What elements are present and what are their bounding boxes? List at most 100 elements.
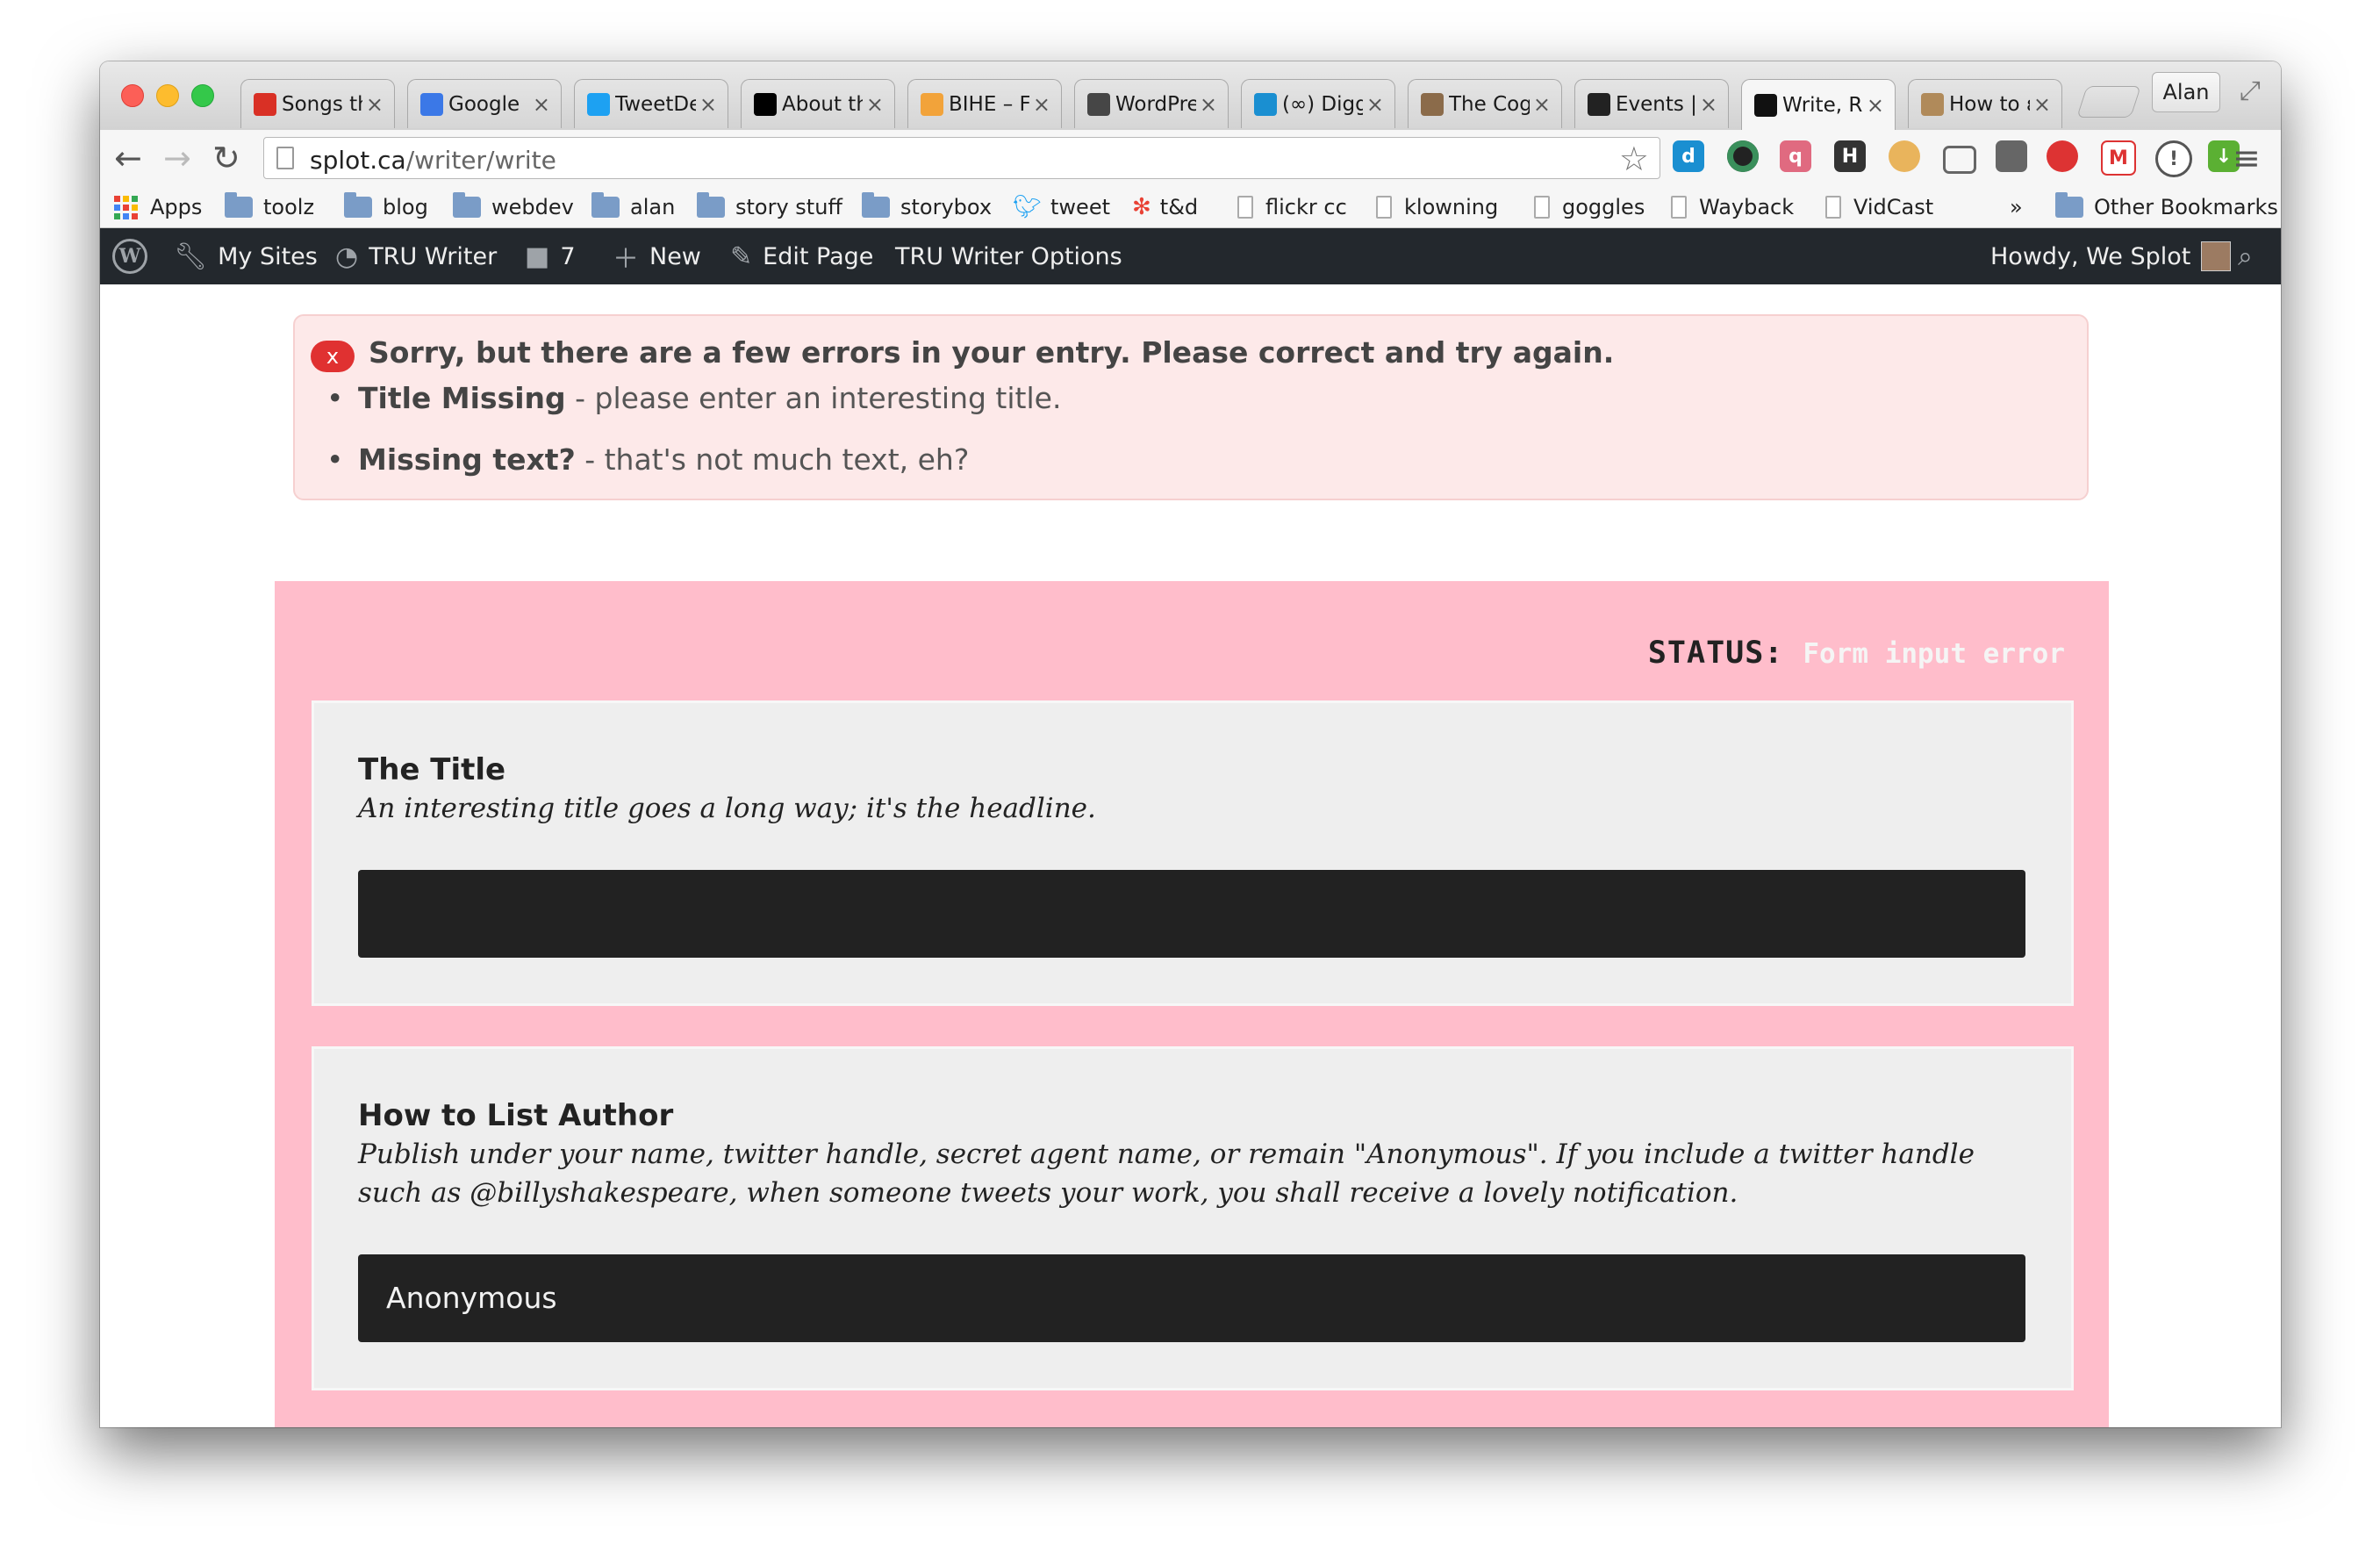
bookmark-label: alan [630, 195, 676, 219]
browser-tab[interactable]: About th × [741, 79, 895, 128]
error-heading: Sorry, but there are a few errors in you… [369, 335, 1615, 370]
bookmarks-overflow-button[interactable]: » [2010, 191, 2023, 223]
page-icon [1825, 196, 1841, 219]
tab-close-icon[interactable]: × [866, 92, 884, 117]
error-item: Title Missing - please enter an interest… [326, 381, 1061, 415]
comments-menu[interactable]: ■ 7 [525, 228, 576, 284]
url-path: /writer/write [405, 146, 556, 175]
bookmark-alan[interactable]: alan [591, 191, 675, 223]
folder-icon [862, 192, 890, 218]
browser-tab[interactable]: (∞) Digg × [1241, 79, 1395, 128]
back-button[interactable]: ← [114, 139, 142, 177]
author-field-label: How to List Author [358, 1098, 674, 1133]
dashboard-icon: ◔ [335, 241, 359, 272]
wp-admin-bar: W 🔧︎ My Sites ◔ TRU Writer ■ 7 ＋ New ✎ E… [100, 228, 2281, 284]
bookmark-toolz[interactable]: toolz [225, 191, 314, 223]
site-name-menu[interactable]: ◔ TRU Writer [335, 228, 497, 284]
hypothesis-extension-icon[interactable]: H [1834, 140, 1866, 172]
bookmark-wayback[interactable]: Wayback [1671, 191, 1794, 223]
tab-close-icon[interactable]: × [2033, 92, 2051, 117]
reload-button[interactable]: ↻ [212, 139, 240, 177]
block-hand-extension-icon[interactable] [2047, 140, 2078, 172]
search-icon: ⌕ [2238, 241, 2253, 272]
wp-logo-button[interactable]: W [112, 228, 147, 284]
status-line: STATUS: Form input error [1648, 636, 2065, 671]
color-picker-extension-icon[interactable] [1727, 140, 1759, 172]
bookmark-apps[interactable]: Apps [114, 191, 202, 223]
account-menu[interactable]: Howdy, We Splot [1990, 228, 2232, 284]
my-sites-menu[interactable]: 🔧︎ My Sites [174, 228, 318, 284]
bookmark-label: storybox [900, 195, 993, 219]
url-text[interactable]: splot.ca/writer/write [310, 146, 556, 175]
bookmark-flickr-cc[interactable]: flickr cc [1237, 191, 1347, 223]
bookmark-webdev[interactable]: webdev [453, 191, 574, 223]
fullscreen-icon[interactable]: ⤢ [2240, 75, 2261, 106]
folder-icon [453, 192, 481, 218]
bookmark-goggles[interactable]: goggles [1534, 191, 1645, 223]
new-content-menu[interactable]: ＋ New [613, 228, 701, 284]
writer-options-link[interactable]: TRU Writer Options [895, 228, 1122, 284]
bookmark-story-stuff[interactable]: story stuff [697, 191, 842, 223]
tab-close-icon[interactable]: × [1700, 92, 1717, 117]
tab-close-icon[interactable]: × [1533, 92, 1551, 117]
bookmark-blog[interactable]: blog [344, 191, 428, 223]
page-icon [276, 147, 294, 169]
bookmark-label: webdev [491, 195, 574, 219]
tab-close-icon[interactable]: × [699, 92, 717, 117]
tab-close-icon[interactable]: × [1033, 92, 1050, 117]
window-close-button[interactable] [121, 84, 144, 107]
window-minimize-button[interactable] [156, 84, 179, 107]
address-bar[interactable]: splot.ca/writer/write ☆ [263, 137, 1660, 179]
page-icon [1671, 196, 1687, 219]
bookmark-t-d[interactable]: ✻ t&d [1132, 191, 1198, 223]
wrench-icon: 🔧︎ [174, 241, 208, 272]
evernote-extension-icon[interactable] [1996, 140, 2027, 172]
title-field-label: The Title [358, 752, 506, 787]
browser-tab[interactable]: Google × [407, 79, 562, 128]
title-input[interactable] [358, 870, 2025, 958]
bookmark-vidcast[interactable]: VidCast [1825, 191, 1933, 223]
profile-button[interactable]: Alan [2152, 72, 2220, 112]
tab-close-icon[interactable]: × [1200, 92, 1217, 117]
browser-tab[interactable]: Write, R × [1741, 79, 1896, 130]
bookmark-storybox[interactable]: storybox [862, 191, 992, 223]
tab-close-icon[interactable]: × [1366, 92, 1384, 117]
browser-tab[interactable]: Songs th × [240, 79, 395, 128]
url-host: splot.ca [310, 146, 406, 175]
browser-tab[interactable]: How to ε × [1908, 79, 2062, 128]
browser-tab[interactable]: BIHE – F × [907, 79, 1062, 128]
apps-grid-dot [132, 212, 138, 219]
window-maximize-button[interactable] [191, 84, 214, 107]
bookmark-label: goggles [1562, 195, 1645, 219]
comments-count: 7 [560, 242, 576, 270]
error-item-text: - that's not much text, eh? [575, 442, 970, 477]
edit-page-link[interactable]: ✎ Edit Page [730, 228, 873, 284]
other-bookmarks[interactable]: Other Bookmarks [2055, 191, 2278, 223]
new-tab-button[interactable] [2076, 86, 2141, 118]
cat-extension-icon[interactable] [1889, 140, 1920, 172]
bookmark-klowning[interactable]: klowning [1376, 191, 1498, 223]
browser-tab[interactable]: WordPre × [1074, 79, 1229, 128]
diigo-extension-icon[interactable]: d [1673, 140, 1704, 172]
bookmark-tweet[interactable]: 🐦︎ tweet [1013, 191, 1110, 223]
author-input[interactable]: Anonymous [358, 1254, 2025, 1342]
browser-tab[interactable]: Events | × [1574, 79, 1729, 128]
forward-button[interactable]: → [163, 139, 191, 177]
bookmark-star-icon[interactable]: ☆ [1619, 140, 1649, 178]
tab-title: BIHE – F [949, 92, 1029, 116]
tab-title: Songs th [282, 92, 362, 116]
bookmark-label: tweet [1050, 195, 1110, 219]
bookmark-label: Apps [150, 195, 203, 219]
chrome-menu-icon[interactable]: ≡ [2233, 139, 2261, 177]
browser-tab[interactable]: The Cog × [1408, 79, 1562, 128]
tab-close-icon[interactable]: × [533, 92, 550, 117]
info-extension-icon[interactable]: ! [2155, 140, 2192, 177]
search-button[interactable]: ⌕ [2238, 228, 2263, 284]
browser-tab[interactable]: TweetDe × [574, 79, 728, 128]
cast-icon[interactable] [1943, 146, 1976, 174]
quote-extension-icon[interactable]: q [1780, 140, 1811, 172]
apps-grid-dot [123, 204, 129, 211]
gmail-extension-icon[interactable]: M [2101, 140, 2136, 176]
tab-close-icon[interactable]: × [1867, 93, 1884, 118]
tab-close-icon[interactable]: × [366, 92, 384, 117]
